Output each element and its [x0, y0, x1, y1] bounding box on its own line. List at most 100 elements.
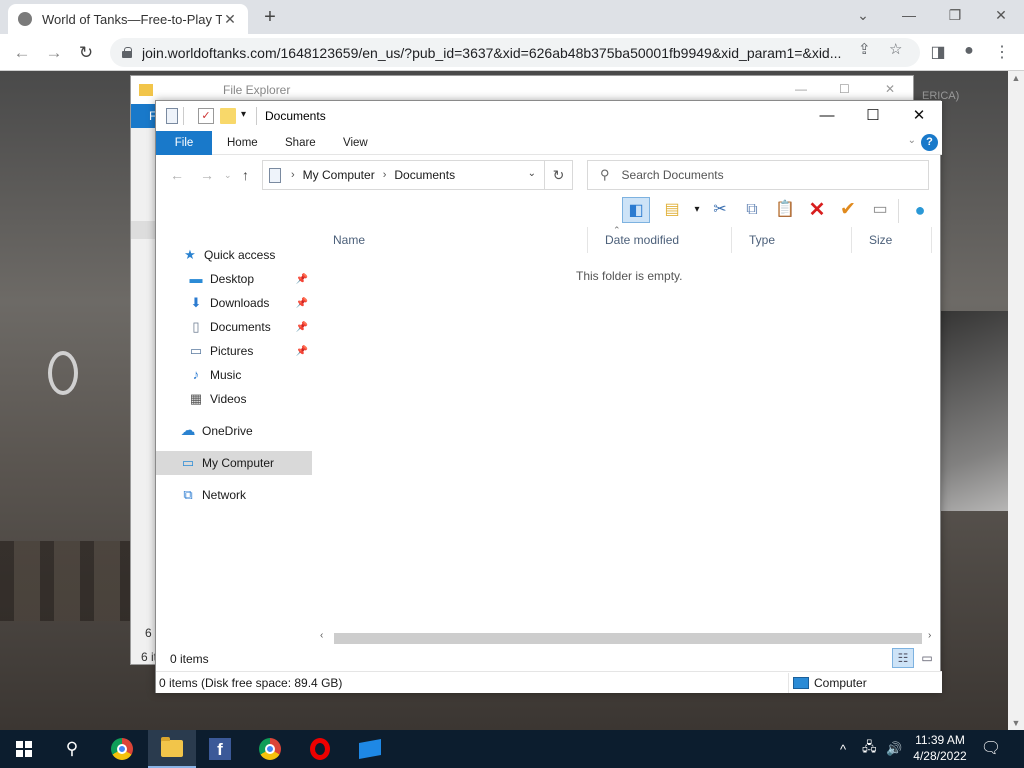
tab-file[interactable]: File — [156, 131, 212, 155]
scrollbar-thumb[interactable] — [334, 633, 922, 644]
column-header-name[interactable]: Name — [316, 227, 588, 253]
close-browser-button[interactable]: ✕ — [978, 4, 1024, 26]
column-header-date-modified[interactable]: Date modified — [588, 227, 732, 253]
address-bar[interactable]: join.worldoftanks.com/1648123659/en_us/?… — [110, 38, 920, 67]
horizontal-scrollbar[interactable]: ‹ › — [316, 629, 942, 646]
pin-icon[interactable]: 📌 — [296, 298, 308, 309]
tab-home[interactable]: Home — [213, 131, 272, 155]
start-button[interactable] — [0, 730, 48, 768]
url-text[interactable]: join.worldoftanks.com/1648123659/en_us/?… — [142, 45, 842, 61]
sidebar-item-quick-access[interactable]: ★ Quick access — [156, 243, 312, 267]
rename-icon[interactable]: ▭ — [866, 197, 894, 223]
fence-image — [0, 541, 130, 621]
column-header-size[interactable]: Size — [852, 227, 932, 253]
expand-ribbon-icon[interactable]: ⌄ — [908, 135, 916, 146]
file-list[interactable]: ⌃ Name Date modified Type Size This fold… — [316, 225, 942, 619]
shell-icon[interactable]: ● — [906, 197, 934, 223]
sidebar-item-documents[interactable]: ▯ Documents 📌 — [156, 315, 312, 339]
maximize-button[interactable]: ☐ — [850, 101, 896, 131]
taskbar-app[interactable] — [346, 730, 394, 768]
preview-pane-icon[interactable]: ◧ — [622, 197, 650, 223]
close-button[interactable]: ✕ — [896, 101, 942, 131]
browser-tab[interactable]: World of Tanks—Free-to-Play Tanks ✕ — [8, 4, 248, 34]
refresh-button[interactable]: ↻ — [545, 160, 573, 190]
new-item-icon[interactable]: ▤ — [658, 197, 686, 223]
taskbar-chrome[interactable] — [98, 730, 146, 768]
forward-icon[interactable]: → — [42, 41, 66, 65]
taskbar-chrome-alt[interactable] — [246, 730, 294, 768]
up-icon[interactable]: ↑ — [242, 167, 249, 183]
close-icon[interactable]: ✕ — [885, 82, 895, 96]
taskbar-facebook[interactable]: f — [196, 730, 244, 768]
back-icon[interactable]: ← — [170, 167, 184, 183]
sidebar-item-my-computer[interactable]: ▭ My Computer — [156, 451, 312, 475]
page-scrollbar[interactable]: ▲ ▼ — [1008, 71, 1024, 730]
tab-close-icon[interactable]: ✕ — [222, 11, 238, 28]
volume-icon[interactable]: 🔊 — [886, 730, 902, 768]
search-box[interactable]: ⚲ — [587, 160, 929, 190]
cut-icon[interactable]: ✂ — [706, 197, 734, 223]
back-icon[interactable]: ← — [10, 41, 34, 65]
sidebar-item-pictures[interactable]: ▭ Pictures 📌 — [156, 339, 312, 363]
address-dropdown-icon[interactable]: ⌄ — [528, 168, 536, 179]
recent-locations-icon[interactable]: ⌄ — [224, 170, 232, 181]
tab-search-chevron-icon[interactable]: ⌄ — [840, 4, 886, 26]
side-panel-icon[interactable]: ◨ — [927, 42, 949, 62]
file-explorer-window[interactable]: ✓ ▾ Documents — ☐ ✕ File Home Share View… — [155, 100, 942, 693]
taskbar-search-button[interactable]: ⚲ — [48, 730, 96, 768]
scroll-right-icon[interactable]: › — [928, 630, 931, 641]
paste-icon[interactable]: 📋 — [771, 197, 799, 223]
delete-icon[interactable]: ✕ — [803, 197, 831, 223]
browser-menu-icon[interactable]: ⋮ — [991, 42, 1013, 62]
scroll-down-icon[interactable]: ▼ — [1008, 718, 1024, 728]
sidebar-item-music[interactable]: ♪ Music — [156, 363, 312, 387]
taskbar-file-explorer[interactable] — [148, 730, 196, 768]
large-icons-view-icon[interactable]: ▭ — [916, 648, 938, 668]
scroll-up-icon[interactable]: ▲ — [1008, 73, 1024, 83]
minimize-browser-button[interactable]: — — [886, 4, 932, 26]
minimize-button[interactable]: — — [804, 101, 850, 131]
pin-icon[interactable]: 📌 — [296, 322, 308, 333]
breadcrumb-separator-icon[interactable]: › — [383, 169, 387, 181]
restore-browser-button[interactable]: ❐ — [932, 4, 978, 26]
address-bar[interactable]: › My Computer › Documents ⌄ — [262, 160, 545, 190]
pin-icon[interactable]: 📌 — [296, 274, 308, 285]
tab-share[interactable]: Share — [271, 131, 330, 155]
lock-icon[interactable] — [122, 47, 132, 58]
maximize-icon[interactable]: ☐ — [839, 82, 850, 96]
forward-icon[interactable]: → — [200, 167, 214, 183]
tab-view[interactable]: View — [329, 131, 382, 155]
pin-icon[interactable]: 📌 — [296, 346, 308, 357]
checkmark-icon[interactable]: ✓ — [198, 108, 214, 124]
sidebar-item-desktop[interactable]: ▬ Desktop 📌 — [156, 267, 312, 291]
chrome-icon — [259, 738, 281, 760]
notifications-icon[interactable]: 🗨 — [980, 738, 1002, 760]
breadcrumb-my-computer[interactable]: My Computer — [303, 168, 375, 182]
help-icon[interactable]: ? — [921, 134, 938, 151]
sidebar-item-network[interactable]: ⧉ Network — [156, 483, 312, 507]
search-input[interactable] — [621, 168, 902, 182]
scroll-left-icon[interactable]: ‹ — [320, 630, 323, 641]
sidebar-item-videos[interactable]: ▦ Videos — [156, 387, 312, 411]
properties-check-icon[interactable]: ✔ — [834, 197, 862, 223]
network-icon[interactable]: 🖧 — [862, 730, 877, 768]
clock[interactable]: 11:39 AM 4/28/2022 — [905, 732, 975, 764]
new-folder-icon[interactable] — [220, 108, 236, 124]
taskbar-opera[interactable] — [296, 730, 344, 768]
breadcrumb-separator-icon[interactable]: › — [291, 169, 295, 181]
customize-quick-access-icon[interactable]: ▾ — [241, 109, 246, 120]
share-icon[interactable]: ⇪ — [858, 40, 871, 58]
column-header-type[interactable]: Type — [732, 227, 852, 253]
details-view-icon[interactable]: ☷ — [892, 648, 914, 668]
minimize-icon[interactable]: — — [795, 82, 807, 96]
breadcrumb-documents[interactable]: Documents — [394, 168, 455, 182]
bookmark-star-icon[interactable]: ☆ — [889, 40, 902, 58]
sidebar-item-downloads[interactable]: ⬇ Downloads 📌 — [156, 291, 312, 315]
reload-icon[interactable]: ↻ — [74, 41, 98, 65]
new-tab-button[interactable]: + — [258, 6, 282, 28]
properties-icon[interactable] — [166, 108, 178, 124]
sidebar-item-onedrive[interactable]: ☁ OneDrive — [156, 419, 312, 443]
show-hidden-icons-icon[interactable]: ^ — [840, 730, 846, 768]
profile-avatar-icon[interactable]: ● — [958, 42, 980, 60]
copy-icon[interactable]: ⧉ — [738, 197, 766, 223]
